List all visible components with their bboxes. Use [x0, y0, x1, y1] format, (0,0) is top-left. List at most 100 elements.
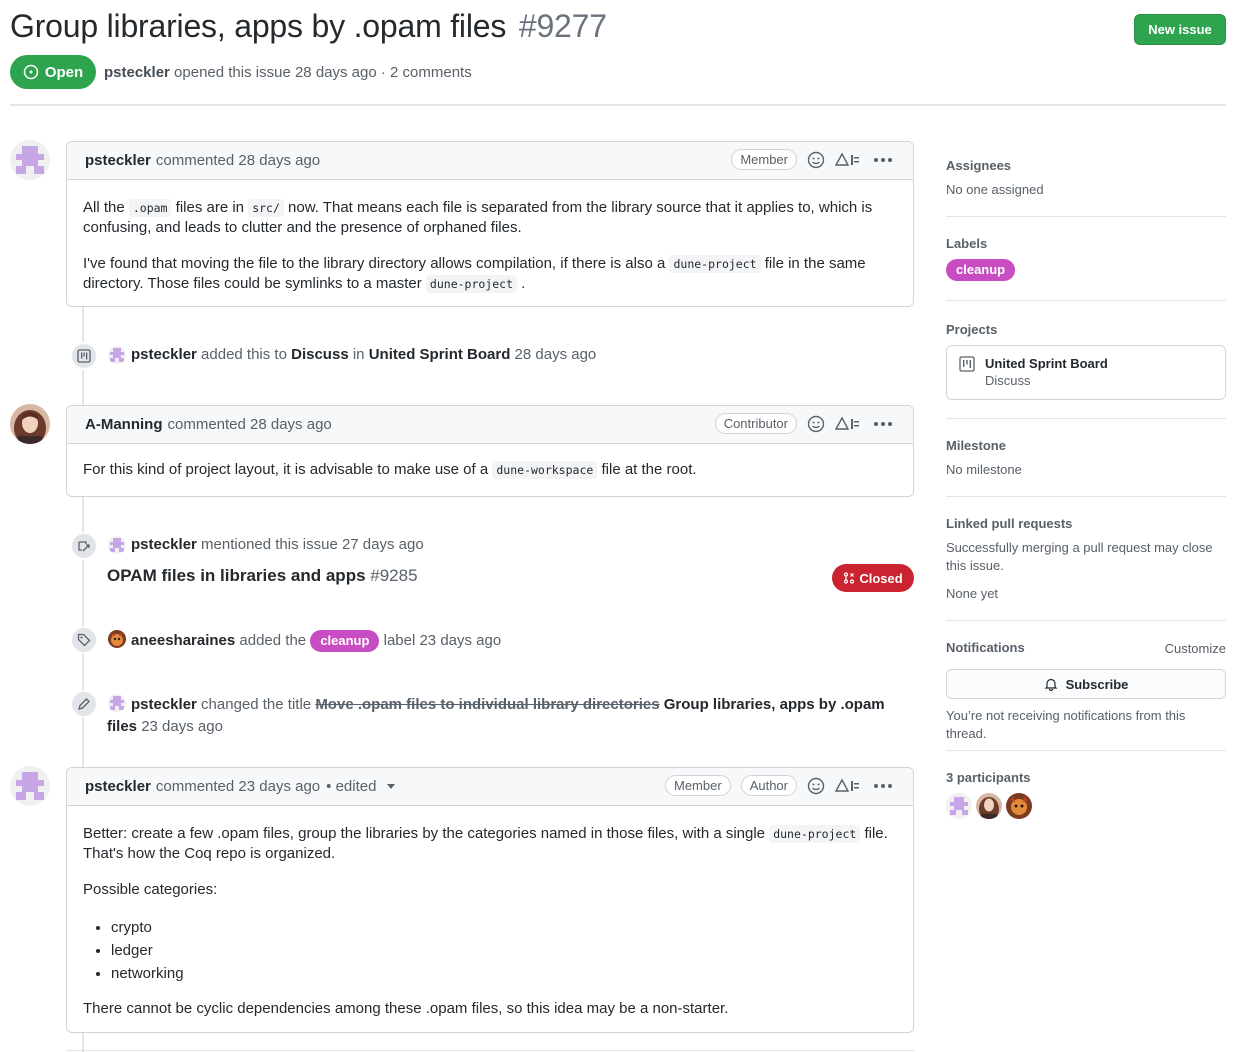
caret-down-icon[interactable]	[386, 784, 395, 789]
sidebar-divider	[946, 216, 1226, 217]
text: files are in	[171, 199, 249, 216]
sidebar-participants: 3 participants	[946, 770, 1226, 819]
notifications-help: You’re not receiving notifications from …	[946, 708, 1186, 741]
old-title: Move .opam files to individual library d…	[315, 696, 660, 713]
sidebar-heading[interactable]: Milestone	[946, 438, 1226, 453]
sidebar-assignees: Assignees No one assigned	[946, 158, 1226, 199]
event-text: added this to	[201, 346, 287, 363]
sidebar-heading: 3 participants	[946, 770, 1031, 785]
sidebar-divider	[946, 620, 1226, 621]
event-actor[interactable]: psteckler	[131, 346, 197, 363]
sidebar-heading[interactable]: Labels	[946, 236, 1226, 251]
comment-author[interactable]: A-Manning	[85, 416, 162, 433]
avatar[interactable]	[108, 630, 126, 648]
avatar[interactable]	[946, 793, 972, 819]
project-icon	[70, 342, 98, 370]
project-column-link[interactable]: Discuss	[291, 346, 349, 363]
avatar[interactable]	[10, 140, 50, 180]
member-badge: Member	[731, 149, 797, 170]
customize-link[interactable]: Customize	[1165, 640, 1226, 663]
issue-open-icon	[23, 64, 39, 80]
pencil-icon	[70, 690, 98, 718]
event-text: label 23 days ago	[383, 632, 502, 649]
label-cleanup[interactable]: cleanup	[310, 630, 380, 652]
sidebar-divider	[946, 750, 1226, 751]
avatar[interactable]	[108, 694, 126, 712]
comment-time[interactable]: commented 28 days ago	[156, 152, 320, 169]
task-reference-icon[interactable]	[835, 151, 861, 169]
header-divider	[10, 104, 1226, 106]
task-reference-icon[interactable]	[835, 777, 861, 795]
event-actor[interactable]: psteckler	[131, 536, 197, 553]
referenced-issue-link[interactable]: OPAM files in libraries and apps #9285	[107, 566, 418, 586]
project-name[interactable]: United Sprint Board	[985, 356, 1108, 371]
task-reference-icon[interactable]	[835, 415, 861, 433]
comment-author[interactable]: psteckler	[85, 152, 151, 169]
participants-list	[946, 793, 1226, 819]
label-cleanup[interactable]: cleanup	[946, 259, 1016, 281]
emoji-reaction-icon[interactable]	[807, 151, 825, 169]
more-options-icon[interactable]	[871, 777, 895, 795]
project-board-link[interactable]: United Sprint Board	[369, 346, 511, 363]
assignees-value: No one assigned	[946, 182, 1044, 197]
avatar[interactable]	[976, 793, 1002, 819]
more-options-icon[interactable]	[871, 151, 895, 169]
event-time[interactable]: 28 days ago	[515, 346, 597, 363]
inline-code: dune-project	[425, 275, 518, 293]
timeline-bottom-divider	[66, 1050, 914, 1051]
sidebar-heading[interactable]: Linked pull requests	[946, 516, 1226, 531]
inline-code: src/	[248, 199, 284, 217]
subscribe-button[interactable]: Subscribe	[946, 669, 1226, 699]
text: Better: create a few .opam files, group …	[83, 825, 770, 842]
avatar[interactable]	[1006, 793, 1032, 819]
issue-title-text: Group libraries, apps by .opam files	[10, 8, 507, 44]
sidebar-heading[interactable]: Projects	[946, 322, 1226, 337]
issue-state-label: Open	[44, 63, 84, 81]
milestone-value: No milestone	[946, 462, 1022, 477]
inline-code: .opam	[128, 199, 172, 217]
emoji-reaction-icon[interactable]	[807, 777, 825, 795]
avatar[interactable]	[108, 346, 126, 364]
comment-paragraph: All the .opam files are in src/ now. Tha…	[83, 198, 897, 238]
issue-meta: psteckler opened this issue 28 days ago …	[104, 64, 472, 81]
comment-author[interactable]: psteckler	[85, 778, 151, 795]
event-time[interactable]: 23 days ago	[141, 718, 223, 735]
edited-label[interactable]: • edited	[326, 778, 376, 795]
sidebar-milestone: Milestone No milestone	[946, 438, 1226, 479]
referenced-issue-number[interactable]: #9285	[370, 566, 417, 585]
sidebar-labels: Labels cleanup	[946, 236, 1226, 281]
avatar[interactable]	[10, 404, 50, 444]
comment-time[interactable]: commented 28 days ago	[167, 416, 331, 433]
referenced-issue-title[interactable]: OPAM files in libraries and apps	[107, 566, 366, 585]
comment-body: Better: create a few .opam files, group …	[67, 806, 913, 1033]
edited-dropdown[interactable]: • edited	[326, 778, 395, 795]
project-card[interactable]: United Sprint Board Discuss	[946, 345, 1226, 400]
sidebar-heading[interactable]: Assignees	[946, 158, 1226, 173]
subscribe-label[interactable]: Subscribe	[1066, 677, 1129, 692]
emoji-reaction-icon[interactable]	[807, 415, 825, 433]
text: All the	[83, 199, 129, 216]
member-badge: Member	[665, 775, 731, 796]
timeline-event-label: aneesharaines added the cleanup label 23…	[70, 626, 502, 654]
event-actor[interactable]: aneesharaines	[131, 632, 235, 649]
comment-time[interactable]: commented 23 days ago	[156, 778, 320, 795]
comment-paragraph: I've found that moving the file to the l…	[83, 254, 897, 294]
inline-code: dune-project	[669, 255, 761, 273]
comment-header: A-Manning commented 28 days ago Contribu…	[67, 406, 913, 444]
event-actor[interactable]: psteckler	[131, 696, 197, 713]
avatar[interactable]	[108, 536, 126, 554]
text: file at the root.	[597, 461, 697, 478]
tag-icon	[70, 626, 98, 654]
sidebar-projects: Projects United Sprint Board Discuss	[946, 322, 1226, 400]
sidebar-divider	[946, 300, 1226, 301]
event-text: changed the title	[201, 696, 312, 713]
avatar[interactable]	[10, 766, 50, 806]
comment-header: psteckler commented 28 days ago Member	[67, 142, 913, 180]
timeline-event-rename: psteckler changed the title Move .opam f…	[70, 690, 915, 738]
list-item: crypto	[111, 916, 897, 939]
inline-code: dune-project	[769, 825, 861, 843]
issue-author-link[interactable]: psteckler	[104, 64, 170, 81]
timeline-event-mention: psteckler mentioned this issue 27 days a…	[70, 532, 424, 560]
more-options-icon[interactable]	[871, 415, 895, 433]
new-issue-button[interactable]: New issue	[1134, 14, 1226, 45]
